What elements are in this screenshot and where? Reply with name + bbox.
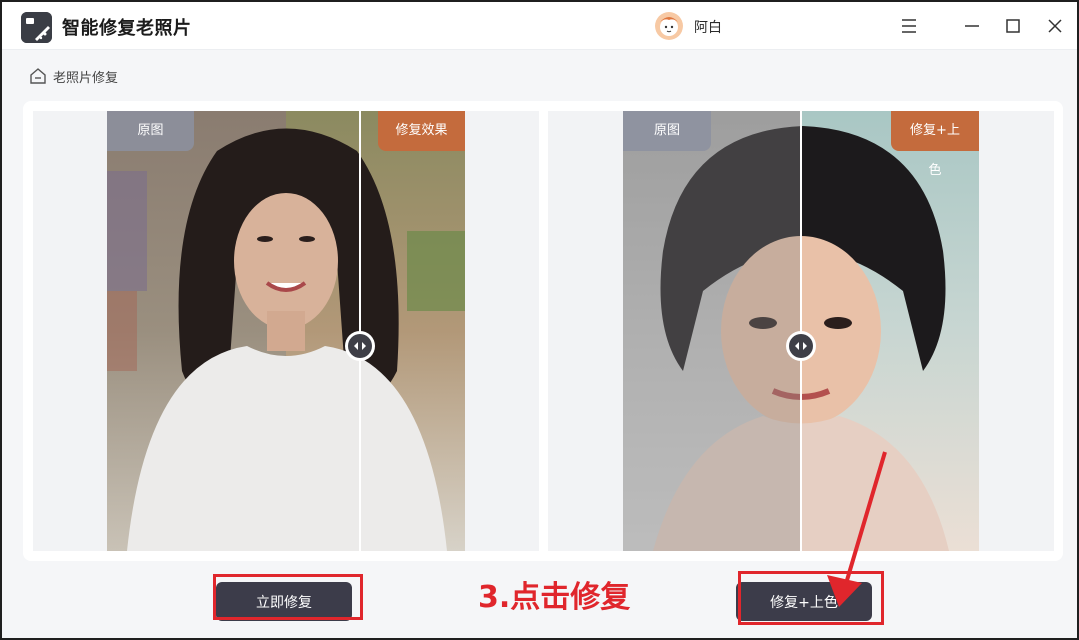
breadcrumb-label[interactable]: 老照片修复 [53,67,118,86]
photo-restore-compare [107,111,465,551]
title-bar: 智能修复老照片 阿白 [2,2,1077,50]
highlight-box [213,574,363,620]
tag-result: 修复效果 [378,111,465,151]
home-icon[interactable] [29,67,47,85]
compare-slider-icon[interactable] [345,331,375,361]
close-icon[interactable] [1041,12,1069,40]
tag-original: 原图 [107,111,194,151]
tag-original: 原图 [623,111,711,151]
user-avatar-icon[interactable] [655,12,683,40]
hamburger-menu-icon[interactable] [895,12,923,40]
app-window: 智能修复老照片 阿白 老照片修复 原图 修复效果 原图 修复+上色 立即修复 修… [0,0,1079,640]
compare-slider-icon[interactable] [786,331,816,361]
red-arrow-icon [817,447,897,617]
maximize-icon[interactable] [999,12,1027,40]
app-title: 智能修复老照片 [62,18,192,39]
photo-restore-icon [21,12,52,43]
breadcrumb[interactable]: 老照片修复 [29,66,118,86]
tag-result: 修复+上色 [891,111,979,178]
minimize-icon[interactable] [958,12,986,40]
compare-card-restore: 原图 修复效果 [33,111,539,551]
annotation-text: 3.点击修复 [478,580,631,615]
user-name[interactable]: 阿白 [694,17,722,37]
compare-card-colorize: 原图 修复+上色 [548,111,1054,551]
compare-panel: 原图 修复效果 原图 修复+上色 [23,101,1063,561]
